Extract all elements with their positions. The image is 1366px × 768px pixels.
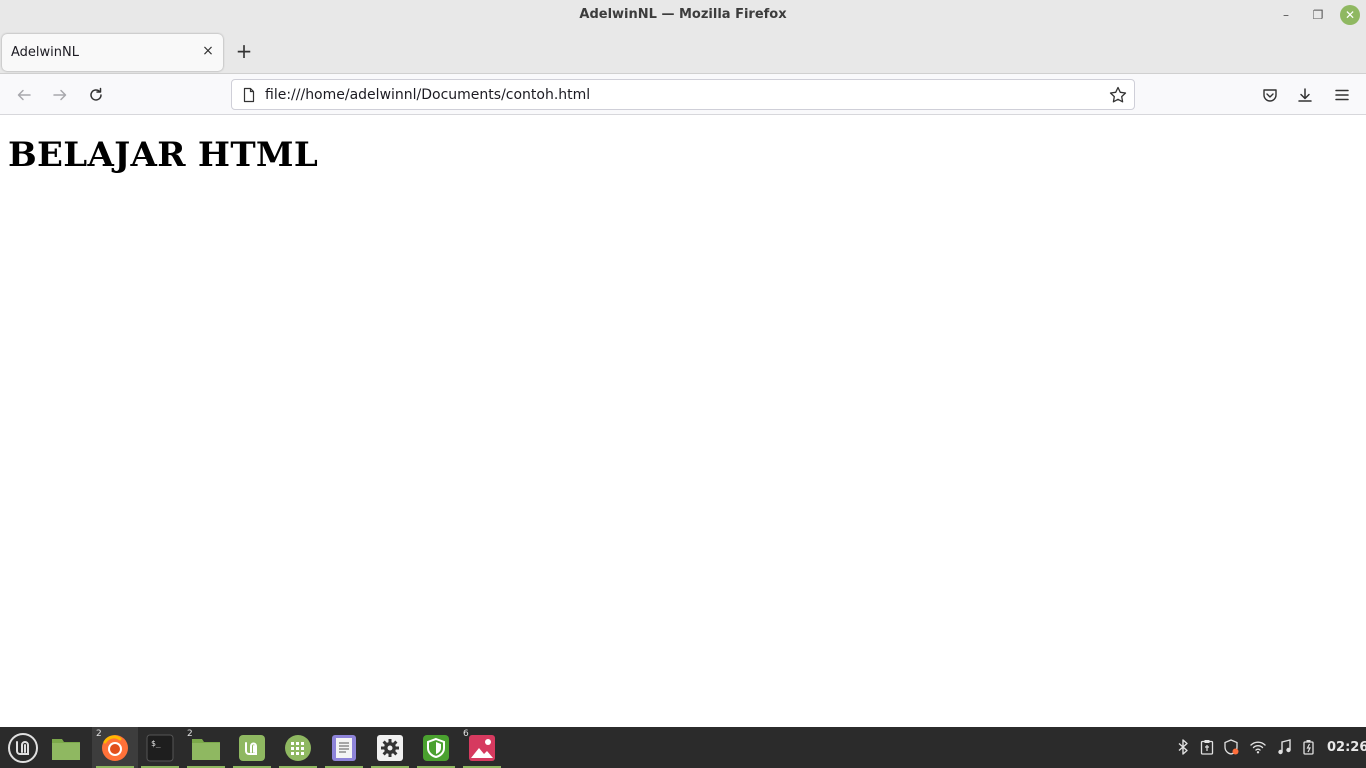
battery-charging-icon xyxy=(1303,740,1314,755)
taskbar-text-editor[interactable] xyxy=(321,727,367,768)
bluetooth-tray[interactable] xyxy=(1174,738,1192,756)
bookmark-star-icon[interactable] xyxy=(1108,85,1128,105)
page-content: BELAJAR HTML xyxy=(0,115,1366,727)
taskbar-files-running[interactable]: 2 xyxy=(183,727,229,768)
url-bar[interactable]: file:///home/adelwinnl/Documents/contoh.… xyxy=(231,79,1135,110)
folder-icon xyxy=(52,738,80,760)
window-count-badge: 2 xyxy=(187,729,193,739)
minimize-button[interactable]: – xyxy=(1276,5,1296,25)
back-arrow-icon xyxy=(17,89,31,101)
tab-adelwinnl[interactable]: AdelwinNL × xyxy=(2,34,223,71)
url-text[interactable]: file:///home/adelwinnl/Documents/contoh.… xyxy=(265,87,590,103)
tab-strip: AdelwinNL × + xyxy=(0,31,1366,74)
terminal-icon: $_ xyxy=(146,734,174,761)
navigation-toolbar: file:///home/adelwinnl/Documents/contoh.… xyxy=(0,74,1366,115)
taskbar-mintinstall[interactable] xyxy=(229,727,275,768)
battery-tray[interactable] xyxy=(1300,738,1318,756)
sound-tray[interactable] xyxy=(1275,738,1293,756)
folder-icon xyxy=(192,738,220,760)
taskbar-spreadsheet[interactable] xyxy=(275,727,321,768)
hamburger-menu-icon xyxy=(1335,89,1349,101)
download-icon xyxy=(1298,88,1312,102)
wifi-icon xyxy=(1250,741,1266,754)
mint-menu-button[interactable] xyxy=(0,727,46,768)
software-manager-icon xyxy=(239,734,265,761)
taskbar: 2 $_ 2 6 02:26 xyxy=(0,727,1366,768)
music-note-icon xyxy=(1278,739,1291,755)
text-editor-icon xyxy=(332,734,356,761)
page-heading: BELAJAR HTML xyxy=(8,135,319,175)
maximize-button[interactable]: ❐ xyxy=(1308,5,1328,25)
app-menu-button[interactable] xyxy=(1330,83,1354,107)
tab-label: AdelwinNL xyxy=(11,45,79,60)
bluetooth-icon xyxy=(1178,739,1188,755)
pocket-button[interactable] xyxy=(1258,83,1282,107)
clipboard-icon xyxy=(1200,740,1214,755)
pocket-icon xyxy=(1263,89,1277,102)
window-count-badge: 2 xyxy=(96,729,102,739)
new-tab-button[interactable]: + xyxy=(233,41,255,63)
reload-icon xyxy=(90,87,102,101)
taskbar-firefox[interactable]: 2 xyxy=(92,727,138,768)
spreadsheet-icon xyxy=(285,734,311,761)
image-viewer-icon xyxy=(469,734,495,761)
clipboard-tray[interactable] xyxy=(1198,738,1216,756)
back-button[interactable] xyxy=(12,83,36,107)
update-manager-tray[interactable] xyxy=(1222,738,1240,756)
taskbar-terminal[interactable]: $_ xyxy=(137,727,183,768)
close-window-button[interactable]: ✕ xyxy=(1340,5,1360,25)
shield-icon xyxy=(423,734,449,761)
forward-arrow-icon xyxy=(53,89,67,101)
window-count-badge: 6 xyxy=(463,729,469,739)
taskbar-files[interactable] xyxy=(43,727,89,768)
firefox-icon xyxy=(102,734,128,761)
tab-close-button[interactable]: × xyxy=(200,43,216,59)
linux-mint-logo-icon xyxy=(8,732,38,763)
page-icon xyxy=(243,87,255,103)
taskbar-security[interactable] xyxy=(413,727,459,768)
taskbar-settings[interactable] xyxy=(367,727,413,768)
forward-button[interactable] xyxy=(48,83,72,107)
settings-gear-icon xyxy=(377,734,403,761)
downloads-button[interactable] xyxy=(1293,83,1317,107)
taskbar-image-viewer[interactable]: 6 xyxy=(459,727,505,768)
wifi-tray[interactable] xyxy=(1249,738,1267,756)
window-title: AdelwinNL — Mozilla Firefox xyxy=(579,7,787,22)
clock[interactable]: 02:26 xyxy=(1327,740,1366,755)
svg-text:$_: $_ xyxy=(151,739,161,748)
reload-button[interactable] xyxy=(84,83,108,107)
window-titlebar: AdelwinNL — Mozilla Firefox – ❐ ✕ xyxy=(0,0,1366,31)
shield-update-icon xyxy=(1224,739,1239,755)
